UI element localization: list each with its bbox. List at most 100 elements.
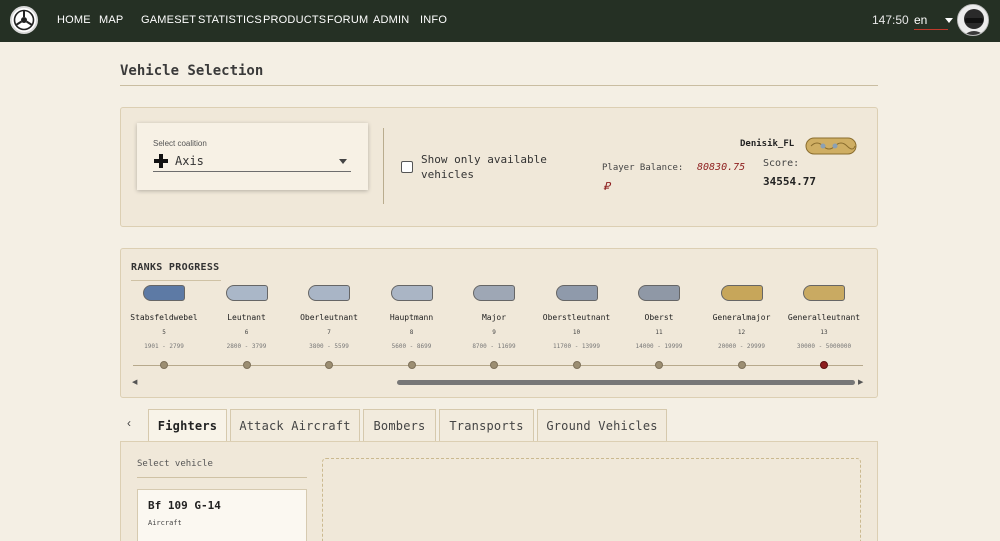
rank-number: 11 bbox=[655, 329, 663, 336]
scroll-right-arrow-icon[interactable]: ▶ bbox=[858, 378, 863, 386]
rank-progress-dot bbox=[407, 361, 416, 369]
tab-bombers[interactable]: Bombers bbox=[363, 409, 436, 441]
rank-name: Major bbox=[481, 313, 507, 322]
tab-ground-vehicles[interactable]: Ground Vehicles bbox=[537, 409, 667, 441]
rank-name: Hauptmann bbox=[389, 313, 434, 322]
site-logo[interactable] bbox=[10, 6, 38, 34]
select-vehicle-title: Select vehicle bbox=[137, 459, 213, 469]
rank-number: 7 bbox=[327, 329, 331, 336]
rank-insignia-icon bbox=[638, 285, 680, 301]
page-title: Vehicle Selection bbox=[120, 63, 264, 79]
vertical-divider bbox=[383, 128, 384, 204]
rank-name: Generalleutnant bbox=[787, 313, 861, 322]
nav-map[interactable]: MAP bbox=[99, 14, 123, 26]
session-timer: 147:50 bbox=[872, 13, 909, 27]
rank-score-range: 11700 - 13999 bbox=[553, 343, 600, 350]
ranks-scrollbar-thumb[interactable] bbox=[397, 380, 855, 385]
rank-number: 6 bbox=[244, 329, 249, 336]
language-value: en bbox=[914, 13, 928, 27]
rank-insignia-icon bbox=[803, 285, 845, 301]
rank-item: Oberleutnant 7 3800 - 5599 bbox=[289, 285, 369, 350]
rank-insignia-icon bbox=[390, 285, 433, 301]
rank-item: Hauptmann 8 5600 - 8699 bbox=[372, 285, 452, 350]
balance-label: Player Balance: bbox=[602, 163, 684, 173]
iron-cross-icon bbox=[154, 154, 168, 168]
coalition-select[interactable]: Select coalition Axis bbox=[137, 123, 368, 190]
player-rank-insignia-icon bbox=[805, 137, 857, 155]
rank-name: Oberstleutnant bbox=[542, 313, 611, 322]
rank-score-range: 2800 - 3799 bbox=[226, 343, 267, 350]
currency-symbol: ₽ bbox=[603, 181, 610, 193]
score-label: Score: bbox=[763, 158, 800, 169]
coalition-label: Select coalition bbox=[153, 139, 207, 148]
rank-score-range: 30000 - 5000000 bbox=[796, 343, 852, 350]
nav-admin[interactable]: ADMIN bbox=[373, 14, 409, 26]
coalition-value: Axis bbox=[175, 154, 204, 168]
language-underline bbox=[914, 29, 948, 30]
vehicle-card[interactable]: Bf 109 G-14 Aircraft bbox=[137, 489, 307, 541]
rank-insignia-icon bbox=[555, 285, 598, 301]
rank-number: 10 bbox=[572, 329, 581, 336]
rank-progress-dot bbox=[737, 361, 746, 369]
chevron-down-icon bbox=[339, 159, 347, 164]
tabs-prev-chevron-icon[interactable]: ‹ bbox=[127, 416, 131, 430]
user-avatar[interactable] bbox=[957, 4, 989, 36]
top-navbar: HOME MAP GAMESET STATISTICS PRODUCTS FOR… bbox=[0, 0, 1000, 42]
chevron-down-icon bbox=[945, 17, 954, 23]
rank-item: Generalmajor 12 20000 - 29999 bbox=[702, 285, 782, 350]
tab-transports[interactable]: Transports bbox=[439, 409, 534, 441]
rank-name: Oberleutnant bbox=[300, 313, 358, 322]
rank-score-range: 20000 - 29999 bbox=[718, 343, 765, 350]
ranks-title-underline bbox=[131, 280, 221, 281]
scroll-left-arrow-icon[interactable]: ◀ bbox=[132, 378, 137, 386]
rank-item: Generalleutnant 13 30000 - 5000000 bbox=[784, 285, 864, 350]
rank-progress-dot bbox=[242, 361, 251, 369]
rank-number: 12 bbox=[737, 329, 746, 336]
rank-item: Leutnant 6 2800 - 3799 bbox=[207, 285, 287, 350]
rank-item: Oberst 11 14000 - 19999 bbox=[619, 285, 699, 350]
nav-statistics[interactable]: STATISTICS bbox=[198, 14, 262, 26]
rank-progress-dot bbox=[490, 361, 498, 369]
available-only-label-line1: Show only available bbox=[421, 153, 547, 166]
tab-fighters[interactable]: Fighters bbox=[148, 409, 227, 442]
rank-insignia-icon bbox=[143, 285, 185, 301]
nav-info[interactable]: INFO bbox=[420, 14, 447, 26]
nav-gameset[interactable]: GAMESET bbox=[141, 14, 196, 26]
rank-progress-dot bbox=[655, 361, 663, 369]
select-vehicle-underline bbox=[137, 477, 307, 478]
rank-insignia-icon bbox=[720, 285, 763, 301]
rank-score-range: 1901 - 2799 bbox=[144, 343, 184, 350]
vehicle-details-dropzone bbox=[322, 458, 861, 541]
rank-number: 13 bbox=[820, 329, 828, 336]
rank-insignia-icon bbox=[225, 285, 268, 301]
vehicle-name: Bf 109 G-14 bbox=[148, 499, 221, 512]
rank-progress-dot bbox=[325, 361, 333, 369]
rank-progress-dot bbox=[572, 361, 581, 369]
rank-name: Stabsfeldwebel bbox=[130, 313, 198, 322]
rank-name: Oberst bbox=[644, 313, 674, 322]
rank-item: Major 9 8700 - 11699 bbox=[454, 285, 534, 350]
available-only-label[interactable]: Show only available vehicles bbox=[421, 152, 547, 182]
score-value: 34554.77 bbox=[763, 175, 816, 188]
rank-name: Leutnant bbox=[227, 313, 266, 322]
rank-item: Stabsfeldwebel 5 1901 - 2799 bbox=[124, 285, 204, 350]
available-only-checkbox[interactable] bbox=[401, 161, 413, 173]
nav-products[interactable]: PRODUCTS bbox=[263, 14, 326, 26]
rank-number: 9 bbox=[492, 329, 496, 336]
rank-number: 8 bbox=[409, 329, 414, 336]
nav-forum[interactable]: FORUM bbox=[327, 14, 368, 26]
tab-attack-aircraft[interactable]: Attack Aircraft bbox=[230, 409, 360, 441]
rank-score-range: 14000 - 19999 bbox=[635, 343, 683, 350]
rank-progress-dot bbox=[160, 361, 168, 369]
ranks-title: RANKS PROGRESS bbox=[131, 262, 220, 273]
nav-home[interactable]: HOME bbox=[57, 14, 91, 26]
rank-insignia-icon bbox=[473, 285, 515, 301]
rank-item: Oberstleutnant 10 11700 - 13999 bbox=[537, 285, 617, 350]
rank-name: Generalmajor bbox=[712, 313, 771, 322]
coalition-value-row: Axis bbox=[153, 153, 204, 169]
title-divider bbox=[120, 85, 878, 86]
language-select[interactable]: en bbox=[914, 13, 954, 27]
rank-score-range: 3800 - 5599 bbox=[309, 343, 349, 350]
rank-score-range: 5600 - 8699 bbox=[391, 343, 432, 350]
player-name: Denisik_FL bbox=[740, 139, 795, 149]
